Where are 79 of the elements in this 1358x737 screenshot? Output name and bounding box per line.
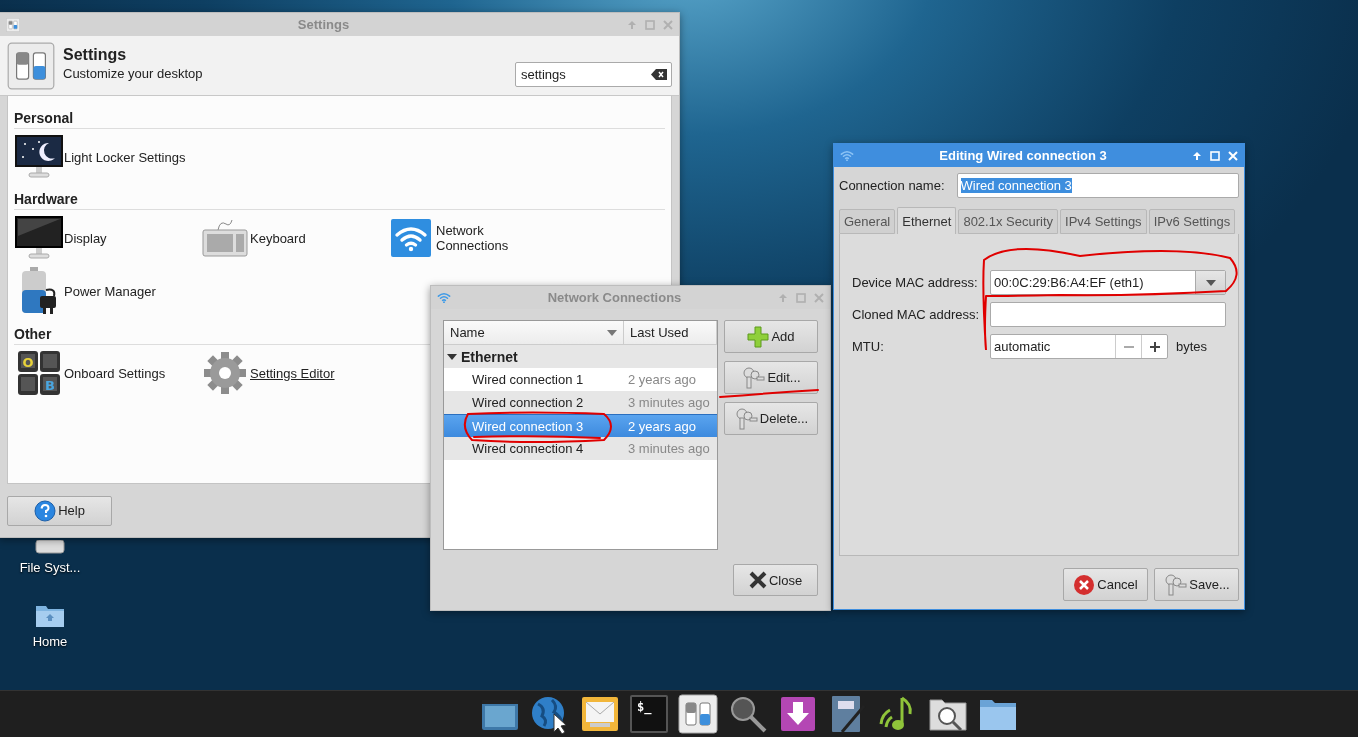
field-label: Connection name: <box>839 177 945 193</box>
search-icon[interactable] <box>728 694 768 734</box>
drive-icon[interactable] <box>35 540 65 554</box>
tab[interactable]: IPv6 Settings <box>1148 209 1236 234</box>
download-icon[interactable] <box>778 694 818 734</box>
wifi-icon <box>840 149 854 162</box>
tab[interactable]: 802.1x Security <box>958 209 1058 234</box>
dropdown-arrow-icon <box>1205 279 1216 286</box>
tab[interactable]: IPv4 Settings <box>1060 209 1147 234</box>
input-field[interactable] <box>990 302 1226 327</box>
field-label: MTU: <box>852 339 885 354</box>
window-title: Settings <box>296 17 351 32</box>
settings-item[interactable]: Power Manager <box>64 283 156 299</box>
field-label: Cloned MAC address: <box>852 307 981 322</box>
desktop-icon-label[interactable]: Home <box>32 634 68 649</box>
last-used-time: 3 minutes ago <box>627 441 711 456</box>
close-icon <box>748 571 767 589</box>
expander-icon[interactable] <box>447 351 457 362</box>
settings-item[interactable]: Network Connections <box>436 223 526 253</box>
close-button[interactable]: Close <box>733 564 818 596</box>
action-button[interactable]: Delete... <box>724 402 818 435</box>
settings-item[interactable]: Settings Editor <box>250 365 335 381</box>
last-used-time: 2 years ago <box>627 418 697 434</box>
plus-icon[interactable] <box>1149 341 1160 352</box>
connection-name: Wired connection 4 <box>471 441 585 456</box>
header-title: Settings <box>63 46 128 64</box>
mac-address-dropdown[interactable]: 00:0C:29:B6:A4:EF (eth1) <box>990 270 1226 295</box>
group-name[interactable]: Ethernet <box>461 348 518 365</box>
help-icon <box>34 499 57 522</box>
search-field[interactable]: settings <box>515 62 672 87</box>
help-button[interactable]: Help <box>7 495 112 526</box>
header-subtitle: Customize your desktop <box>63 66 204 81</box>
settings-icon <box>6 17 20 32</box>
keys-icon <box>741 365 766 390</box>
monitor-icon <box>15 216 63 260</box>
section-heading: Personal <box>14 110 665 129</box>
connection-name: Wired connection 2 <box>471 395 585 410</box>
settings-item[interactable]: Onboard Settings <box>64 365 166 381</box>
battery-icon <box>20 266 58 316</box>
settings-item[interactable]: Keyboard <box>250 230 306 246</box>
keys-icon <box>733 406 758 431</box>
connection-name: Wired connection 3 <box>471 418 585 434</box>
wifi-icon <box>390 218 432 258</box>
plus-icon <box>747 325 770 348</box>
settings-item[interactable]: Light Locker Settings <box>64 149 186 165</box>
sort-arrow-icon <box>607 329 617 336</box>
action-button[interactable]: Add <box>724 320 818 353</box>
connection-name: Wired connection 1 <box>471 372 585 387</box>
tab[interactable]: Ethernet <box>897 207 957 234</box>
field-label: Device MAC address: <box>852 275 979 290</box>
dialog-button[interactable]: Save... <box>1154 568 1239 601</box>
cancel-icon <box>1073 573 1096 596</box>
column-header[interactable]: Last Used <box>624 321 717 344</box>
shade-icon[interactable] <box>1192 150 1202 161</box>
moon-monitor-icon <box>15 135 63 179</box>
settings-item[interactable]: Display <box>64 230 107 246</box>
last-used-time: 3 minutes ago <box>627 395 711 410</box>
terminal-icon[interactable]: $_ <box>630 695 668 733</box>
connection-row[interactable]: Wired connection 2 3 minutes ago <box>444 391 717 414</box>
gear-icon <box>202 350 248 396</box>
action-button[interactable]: Edit... <box>724 361 818 394</box>
settings-icon <box>7 41 55 90</box>
mtu-spinbox[interactable]: automatic <box>990 334 1168 359</box>
window-title: Network Connections <box>546 290 683 305</box>
settings-icon <box>678 694 718 734</box>
keyboard-icon <box>202 218 248 258</box>
desktop-icon-label[interactable]: File Syst... <box>19 560 81 575</box>
keys-icon <box>1163 572 1188 597</box>
connection-row[interactable]: Wired connection 4 3 minutes ago <box>444 437 717 460</box>
dialog-button[interactable]: Cancel <box>1063 568 1148 601</box>
wifi-icon <box>437 291 451 304</box>
unit-label: bytes <box>1176 339 1208 354</box>
column-header[interactable]: Name <box>444 321 624 344</box>
mail-icon[interactable] <box>580 694 620 734</box>
last-used-time: 2 years ago <box>627 372 697 387</box>
tab[interactable]: General <box>839 209 896 234</box>
window-title: Editing Wired connection 3 <box>938 148 1108 163</box>
clear-icon[interactable] <box>651 69 667 80</box>
section-heading: Hardware <box>14 191 665 210</box>
